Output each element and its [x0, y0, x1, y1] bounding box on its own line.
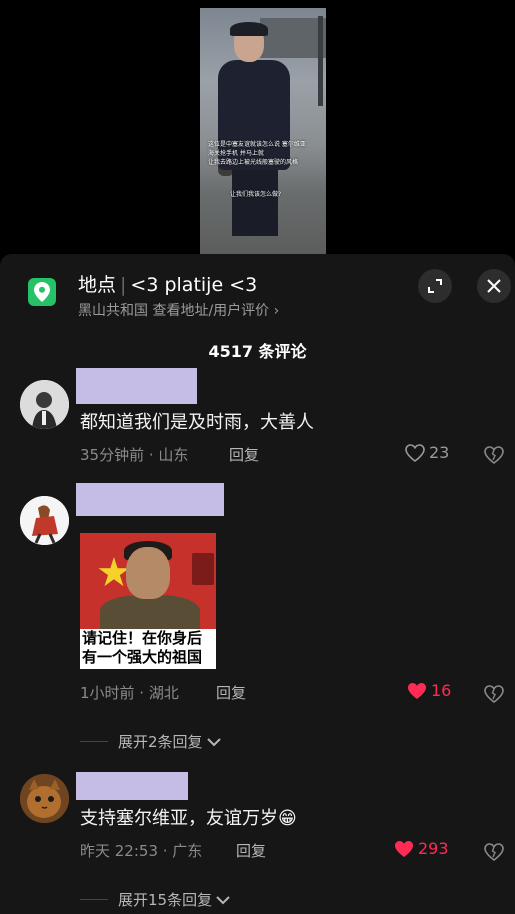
dislike-icon[interactable]: [484, 843, 504, 862]
meme-image[interactable]: ★ 请记住！在你身后 有一个强大的祖国: [80, 533, 216, 669]
expand-replies-button[interactable]: 展开15条回复: [80, 889, 230, 910]
reply-button[interactable]: 回复: [229, 444, 259, 465]
like-count: 16: [431, 681, 452, 700]
video-thumbnail[interactable]: 这位是中塞友谊就该怎么说 塞尔维亚海关抢手机 并马上就 让我去路边上被光线般塞驶…: [200, 8, 326, 254]
video-person: [218, 22, 290, 236]
like-button[interactable]: 23: [405, 443, 449, 462]
comment-meta: 35分钟前 · 山东: [80, 446, 189, 464]
close-icon[interactable]: [477, 269, 511, 303]
heart-outline-icon: [405, 443, 425, 462]
grin-emoji-icon: 😁: [278, 808, 297, 829]
video-caption-secondary: 让我们我该怎么做?: [230, 191, 282, 198]
reply-button[interactable]: 回复: [216, 682, 246, 703]
location-subtitle[interactable]: 黑山共和国 查看地址/用户评价 ›: [78, 300, 279, 320]
chevron-down-icon: [216, 895, 230, 904]
comment-meta: 昨天 22:53 · 广东: [80, 842, 203, 860]
dislike-icon[interactable]: [484, 446, 504, 465]
username-redacted[interactable]: [76, 772, 188, 800]
meme-caption: 请记住！在你身后 有一个强大的祖国: [80, 629, 216, 669]
comments-panel: 地点 | <3 platije <3 黑山共和国 查看地址/用户评价 › 4517 …: [0, 254, 515, 914]
username-redacted[interactable]: [76, 483, 224, 516]
like-button[interactable]: 16: [407, 681, 451, 700]
avatar[interactable]: [20, 774, 69, 823]
comment-count: 4517 条评论: [208, 342, 307, 361]
comment-text: 支持塞尔维亚，友谊万岁😁: [80, 808, 297, 829]
location-pin-icon: [28, 278, 56, 306]
location-row[interactable]: 地点 | <3 platije <3 黑山共和国 查看地址/用户评价 ›: [0, 254, 515, 326]
video-preview-area: 这位是中塞友谊就该怎么说 塞尔维亚海关抢手机 并马上就 让我去路边上被光线般塞驶…: [0, 0, 515, 258]
dislike-icon[interactable]: [484, 685, 504, 704]
comment-meta: 1小时前 · 湖北: [80, 684, 179, 702]
like-count: 293: [418, 839, 449, 858]
heart-filled-icon: [408, 682, 426, 699]
heart-filled-icon: [395, 840, 413, 857]
like-button[interactable]: 293: [394, 839, 449, 858]
location-title: 地点 | <3 platije <3: [78, 274, 258, 296]
chevron-down-icon: [206, 737, 221, 746]
expand-icon[interactable]: [418, 269, 452, 303]
video-bg-pole: [318, 16, 323, 106]
expand-replies-button[interactable]: 展开2条回复: [80, 731, 221, 752]
username-redacted[interactable]: [76, 368, 197, 404]
avatar[interactable]: [20, 496, 69, 545]
video-caption: 这位是中塞友谊就该怎么说 塞尔维亚海关抢手机 并马上就 让我去路边上被光线般塞驶…: [208, 141, 306, 166]
avatar[interactable]: [20, 380, 69, 429]
reply-button[interactable]: 回复: [236, 840, 266, 861]
comment-text: 都知道我们是及时雨，大善人: [80, 412, 314, 433]
like-count: 23: [429, 443, 450, 462]
